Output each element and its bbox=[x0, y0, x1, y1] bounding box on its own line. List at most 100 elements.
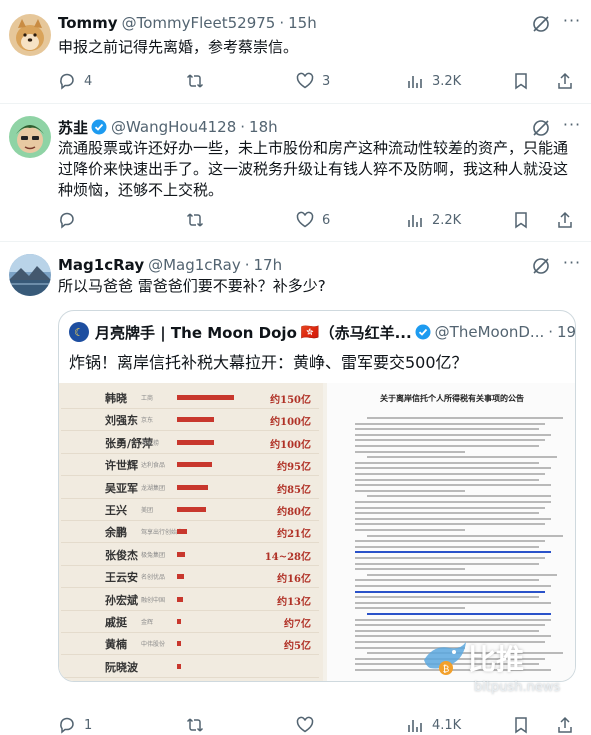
document-text-line bbox=[355, 568, 465, 571]
reply-icon bbox=[60, 212, 74, 229]
more-options-icon[interactable]: ··· bbox=[561, 117, 583, 138]
display-name[interactable]: Mag1cRay bbox=[58, 256, 144, 274]
action-bar: 4 3 3.2K bbox=[58, 71, 581, 91]
document-text-line bbox=[355, 422, 545, 425]
ranking-company: 名创优品 bbox=[141, 574, 166, 582]
bookmark-icon bbox=[515, 73, 527, 90]
retweet-icon bbox=[186, 213, 204, 227]
document-text-line bbox=[367, 456, 557, 459]
bookmark-button[interactable] bbox=[512, 715, 530, 735]
avatar[interactable] bbox=[9, 254, 51, 296]
ranking-name: 阮晓波 bbox=[105, 660, 138, 674]
ranking-company: 海底捞 bbox=[141, 439, 160, 447]
separator-dot: · bbox=[244, 256, 250, 274]
tweet-text: 所以马爸爸 雷爸爸们要不要补？补多少? bbox=[58, 277, 326, 295]
document-text-line bbox=[355, 540, 545, 543]
grok-icon[interactable] bbox=[531, 256, 551, 276]
document-text-line bbox=[355, 478, 539, 481]
quoted-handle[interactable]: @TheMoonD... bbox=[435, 323, 545, 341]
grok-icon[interactable] bbox=[531, 14, 551, 34]
display-name[interactable]: Tommy bbox=[58, 14, 118, 32]
document-text-line bbox=[355, 579, 539, 582]
tweet-header: 苏韭 @WangHou4128 · 18h bbox=[58, 116, 278, 138]
views-button[interactable]: 2.2K bbox=[406, 210, 461, 230]
share-button[interactable] bbox=[556, 210, 574, 230]
share-icon bbox=[558, 72, 572, 89]
like-button[interactable]: 6 bbox=[296, 210, 330, 230]
svg-text:₿: ₿ bbox=[443, 664, 450, 675]
views-button[interactable]: 3.2K bbox=[406, 71, 461, 91]
timestamp[interactable]: 18h bbox=[249, 118, 278, 136]
tweet-text: 申报之前记得先离婚，参考蔡崇信。 bbox=[58, 38, 299, 56]
ranking-bar bbox=[177, 596, 183, 602]
document-text-line bbox=[355, 607, 465, 610]
document-text-line bbox=[355, 590, 545, 593]
user-handle[interactable]: @Mag1cRay bbox=[148, 256, 241, 274]
document-text-line bbox=[355, 461, 539, 464]
ranking-row: 刘强东 京东 约100亿 bbox=[61, 409, 319, 432]
reply-button[interactable]: 1 bbox=[58, 715, 92, 735]
grok-icon[interactable] bbox=[531, 118, 551, 138]
retweet-icon bbox=[186, 718, 204, 732]
display-name[interactable]: 苏韭 bbox=[58, 117, 88, 138]
tweet-1[interactable]: Tommy @TommyFleet52975 · 15h ··· 申报之前记得先… bbox=[0, 0, 591, 104]
ranking-name: 许世辉 bbox=[105, 459, 138, 473]
quoted-name-extra: （赤马红羊... bbox=[319, 323, 412, 342]
document-text-line bbox=[355, 445, 539, 447]
heart-icon bbox=[296, 211, 314, 228]
watermark-cn: 比推 bbox=[468, 643, 525, 676]
quoted-tweet[interactable]: ☾ 月亮牌手 | The Moon Dojo 🇭🇰 （赤马红羊... @TheM… bbox=[58, 310, 576, 682]
retweet-icon bbox=[186, 74, 204, 88]
ranking-company: 达利食品 bbox=[141, 462, 166, 470]
share-button[interactable] bbox=[556, 71, 574, 91]
views-button[interactable]: 4.1K bbox=[406, 715, 461, 735]
share-button[interactable] bbox=[556, 715, 574, 735]
user-handle[interactable]: @TommyFleet52975 bbox=[122, 14, 276, 32]
document-text-line bbox=[355, 428, 539, 431]
hk-flag-icon: 🇭🇰 bbox=[300, 323, 320, 341]
bookmark-button[interactable] bbox=[512, 210, 530, 230]
bookmark-button[interactable] bbox=[512, 71, 530, 91]
ranking-name: 韩晓 bbox=[105, 392, 127, 405]
more-options-icon[interactable]: ··· bbox=[561, 13, 583, 34]
timestamp[interactable]: 15h bbox=[288, 14, 317, 32]
ranking-company: 美团 bbox=[141, 507, 154, 514]
document-text-line bbox=[367, 534, 563, 537]
document-text-line bbox=[355, 618, 551, 621]
ranking-bar bbox=[177, 484, 208, 490]
reply-button[interactable] bbox=[58, 210, 84, 230]
ranking-row: 韩晓 工商 约150亿 bbox=[61, 387, 319, 409]
ranking-value: 约21亿 bbox=[277, 529, 311, 541]
user-handle[interactable]: @WangHou4128 bbox=[111, 118, 236, 136]
tweet-text: 流通股票或许还好办一些，未上市股份和房产这种流动性较差的资产，只能通过降价来快速… bbox=[58, 139, 569, 199]
ranking-value: 约16亿 bbox=[277, 574, 311, 586]
separator-dot: · bbox=[548, 323, 554, 341]
quoted-display-name[interactable]: 月亮牌手 | The Moon Dojo bbox=[95, 322, 297, 343]
document-text-line bbox=[355, 512, 539, 515]
ranking-company: 京东 bbox=[141, 417, 154, 425]
retweet-button[interactable] bbox=[186, 715, 212, 735]
share-icon bbox=[558, 211, 572, 228]
tweet-header: Tommy @TommyFleet52975 · 15h bbox=[58, 12, 317, 34]
document-text-line bbox=[367, 417, 563, 419]
tweet-2[interactable]: 苏韭 @WangHou4128 · 18h ··· 流通股票或许还好办一些，未上… bbox=[0, 104, 591, 242]
ranking-bar bbox=[177, 529, 187, 535]
avatar[interactable] bbox=[9, 14, 51, 56]
timestamp[interactable]: 17h bbox=[254, 256, 283, 274]
retweet-button[interactable] bbox=[186, 71, 212, 91]
more-options-icon[interactable]: ··· bbox=[561, 255, 583, 276]
reply-button[interactable]: 4 bbox=[58, 71, 92, 91]
document-text-line bbox=[355, 624, 545, 627]
document-text-line bbox=[367, 613, 551, 615]
like-button[interactable] bbox=[296, 715, 322, 735]
document-text-line bbox=[355, 473, 545, 475]
quoted-timestamp[interactable]: 19h bbox=[557, 323, 575, 341]
ranking-row: 张俊杰 极兔集团 14~28亿 bbox=[61, 544, 319, 566]
ranking-row: 张勇/舒萍 海底捞 约100亿 bbox=[61, 432, 319, 454]
document-text-line bbox=[355, 506, 545, 509]
retweet-button[interactable] bbox=[186, 210, 212, 230]
like-button[interactable]: 3 bbox=[296, 71, 330, 91]
quoted-avatar[interactable]: ☾ bbox=[69, 322, 89, 342]
reply-count: 1 bbox=[84, 717, 93, 733]
avatar[interactable] bbox=[9, 116, 51, 158]
